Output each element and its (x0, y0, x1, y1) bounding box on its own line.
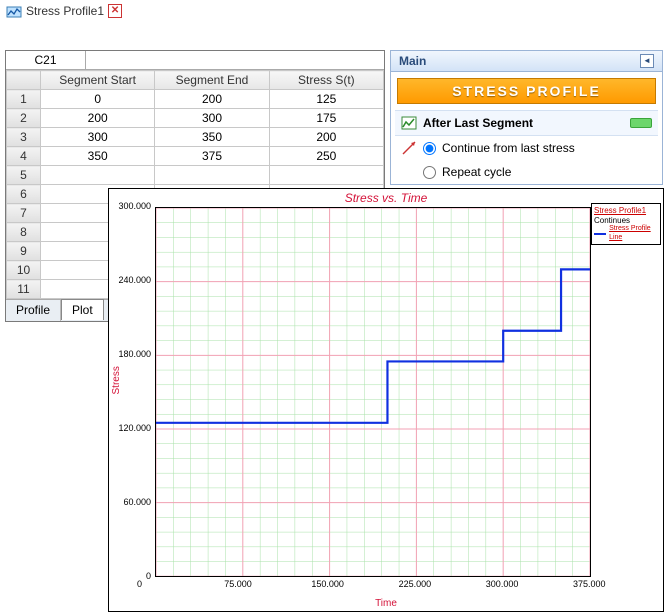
y-tick-label: 120.000 (111, 423, 151, 433)
stress-profile-banner: Stress Profile (397, 78, 656, 104)
continue-icon (401, 140, 417, 156)
section-after-last-segment[interactable]: After Last Segment (395, 110, 658, 136)
name-box[interactable]: C21 (6, 51, 86, 69)
cell-stress[interactable]: 125 (269, 90, 383, 109)
x-tick-label: 375.000 (573, 579, 606, 589)
row-header[interactable]: 1 (7, 90, 41, 109)
radio-continue[interactable] (423, 142, 436, 155)
cell-start[interactable]: 350 (41, 147, 155, 166)
row-header[interactable]: 9 (7, 242, 41, 261)
table-row: 2200300175 (7, 109, 384, 128)
cell-end[interactable]: 350 (155, 128, 269, 147)
y-tick-label: 0 (111, 571, 151, 581)
x-tick-label: 150.000 (311, 579, 344, 589)
row-header[interactable]: 2 (7, 109, 41, 128)
name-box-bar: C21 (6, 51, 384, 70)
properties-header: Main ◄ (391, 51, 662, 72)
window-title-tab: Stress Profile1 ✕ (0, 0, 671, 22)
row-header[interactable]: 5 (7, 166, 41, 185)
cell-stress[interactable]: 200 (269, 128, 383, 147)
chart-title: Stress vs. Time (109, 191, 663, 205)
cell-start[interactable] (41, 166, 155, 185)
cell-end[interactable]: 375 (155, 147, 269, 166)
table-row: 4350375250 (7, 147, 384, 166)
cell-end[interactable] (155, 166, 269, 185)
cell-start[interactable]: 0 (41, 90, 155, 109)
label-continue: Continue from last stress (442, 141, 575, 155)
status-led (630, 118, 652, 128)
formula-bar[interactable] (86, 51, 384, 69)
radio-repeat[interactable] (423, 166, 436, 179)
properties-panel: Main ◄ Stress Profile After Last Segment… (390, 50, 663, 185)
x-tick-label: 225.000 (399, 579, 432, 589)
option-continue-row: Continue from last stress (395, 136, 658, 160)
tab-profile[interactable]: Profile (6, 300, 61, 321)
row-header[interactable]: 4 (7, 147, 41, 166)
cell-stress[interactable]: 175 (269, 109, 383, 128)
legend-subtitle: Continues (594, 216, 658, 226)
cell-stress[interactable] (269, 166, 383, 185)
y-tick-label: 240.000 (111, 275, 151, 285)
legend-swatch (594, 233, 606, 235)
close-icon[interactable]: ✕ (108, 4, 122, 18)
x-axis-label: Time (375, 598, 397, 609)
cell-end[interactable]: 300 (155, 109, 269, 128)
x-tick-label: 75.000 (224, 579, 252, 589)
row-header[interactable]: 11 (7, 280, 41, 299)
chart-legend: Stress Profile1 Continues Stress Profile… (591, 203, 661, 245)
properties-title: Main (399, 54, 426, 68)
section-label: After Last Segment (423, 116, 533, 130)
row-header[interactable]: 6 (7, 185, 41, 204)
y-tick-label: 300.000 (111, 201, 151, 211)
collapse-icon[interactable]: ◄ (640, 54, 654, 68)
plot-area (155, 207, 591, 577)
y-axis-label: Stress (111, 366, 122, 394)
x-tick-label: 300.000 (486, 579, 519, 589)
cell-start[interactable]: 200 (41, 109, 155, 128)
app-icon (6, 3, 22, 19)
tab-plot[interactable]: Plot (61, 299, 104, 320)
row-header[interactable]: 8 (7, 223, 41, 242)
corner-cell[interactable] (7, 71, 41, 90)
y-tick-label: 60.000 (111, 497, 151, 507)
chart-window: Stress vs. Time Stress Profile1 Continue… (108, 188, 664, 612)
col-header-end[interactable]: Segment End (155, 71, 269, 90)
row-header[interactable]: 10 (7, 261, 41, 280)
chart-icon (401, 115, 417, 131)
col-header-start[interactable]: Segment Start (41, 71, 155, 90)
legend-title: Stress Profile1 (594, 206, 658, 216)
y-tick-label: 180.000 (111, 349, 151, 359)
col-header-stress[interactable]: Stress S(t) (269, 71, 383, 90)
cell-end[interactable]: 200 (155, 90, 269, 109)
window-title: Stress Profile1 (26, 4, 104, 18)
option-repeat-row: Repeat cycle (395, 160, 658, 184)
legend-series: Stress Profile Line (594, 225, 658, 242)
table-row: 10200125 (7, 90, 384, 109)
blank-icon (401, 164, 417, 180)
label-repeat: Repeat cycle (442, 165, 511, 179)
row-header[interactable]: 7 (7, 204, 41, 223)
table-row: 3300350200 (7, 128, 384, 147)
table-row: 5 (7, 166, 384, 185)
cell-stress[interactable]: 250 (269, 147, 383, 166)
legend-series-name: Stress Profile Line (609, 225, 658, 242)
cell-start[interactable]: 300 (41, 128, 155, 147)
row-header[interactable]: 3 (7, 128, 41, 147)
